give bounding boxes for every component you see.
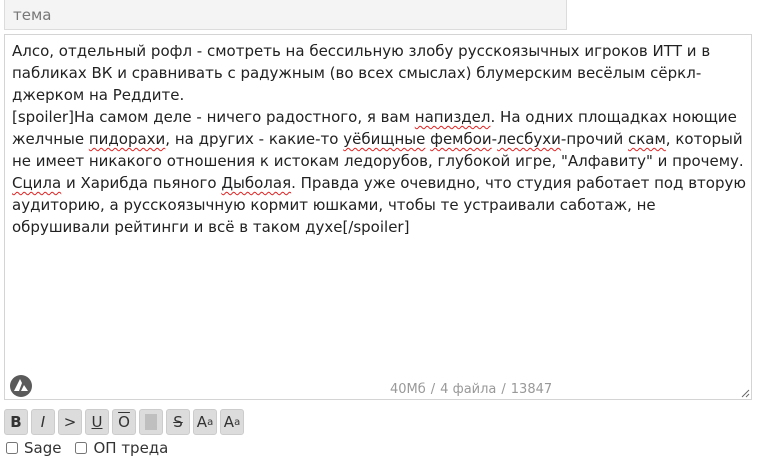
stats-separator: / bbox=[430, 382, 436, 397]
spoiler-icon bbox=[145, 414, 157, 430]
spellcheck-word: фембои bbox=[430, 130, 492, 148]
message-text-run: , на других - какие-то bbox=[165, 130, 344, 148]
message-text-run: и Харибда пьяного bbox=[61, 174, 222, 192]
sup-mark: a bbox=[207, 416, 214, 428]
bold-button[interactable]: B bbox=[4, 409, 28, 435]
subject-input[interactable] bbox=[4, 0, 567, 30]
captcha-icon[interactable] bbox=[9, 374, 33, 398]
spellcheck-word: лесбухи bbox=[497, 130, 561, 148]
op-option[interactable]: ОП треда bbox=[73, 439, 168, 457]
spellcheck-word: Сцила bbox=[12, 174, 62, 192]
post-form: Алсо, отдельный рофл - смотреть на бесси… bbox=[0, 0, 771, 457]
resize-grip-icon[interactable] bbox=[740, 388, 750, 398]
subscript-button[interactable]: Aa bbox=[220, 409, 244, 435]
file-count: 4 файла bbox=[440, 382, 497, 397]
stats-separator: / bbox=[501, 382, 506, 397]
op-label: ОП треда bbox=[93, 439, 169, 457]
spellcheck-word: скам bbox=[627, 130, 666, 148]
spellcheck-word: Дыболая bbox=[221, 174, 292, 192]
op-checkbox[interactable] bbox=[75, 442, 88, 454]
underline-button[interactable]: U bbox=[85, 409, 109, 435]
sup-base: A bbox=[196, 413, 208, 431]
sub-mark: a bbox=[234, 416, 241, 428]
markup-toolbar: B I > U O S Aa Aa bbox=[4, 409, 244, 435]
spoiler-button[interactable] bbox=[139, 409, 163, 435]
sub-base: A bbox=[223, 413, 235, 431]
char-count: 13847 bbox=[510, 382, 553, 397]
post-options: Sage ОП треда bbox=[4, 439, 180, 457]
quote-button[interactable]: > bbox=[58, 409, 82, 435]
spellcheck-word: пидорахи bbox=[88, 130, 166, 148]
message-textarea[interactable]: Алсо, отдельный рофл - смотреть на бесси… bbox=[4, 34, 752, 400]
italic-button[interactable]: I bbox=[31, 409, 55, 435]
size-limit: 40Мб bbox=[390, 382, 426, 397]
spellcheck-word: уёбищные bbox=[343, 130, 426, 148]
sage-label: Sage bbox=[24, 439, 62, 457]
spellcheck-word: напиздел bbox=[414, 108, 491, 126]
sage-checkbox[interactable] bbox=[6, 442, 18, 454]
overline-button[interactable]: O bbox=[112, 409, 136, 435]
sage-option[interactable]: Sage bbox=[4, 439, 61, 457]
strike-button[interactable]: S bbox=[166, 409, 190, 435]
message-body[interactable]: Алсо, отдельный рофл - смотреть на бесси… bbox=[12, 40, 747, 238]
message-text-run: -прочий bbox=[560, 130, 628, 148]
post-stats: 40Мб / 4 файла / 13847 bbox=[390, 382, 552, 397]
superscript-button[interactable]: Aa bbox=[193, 409, 217, 435]
